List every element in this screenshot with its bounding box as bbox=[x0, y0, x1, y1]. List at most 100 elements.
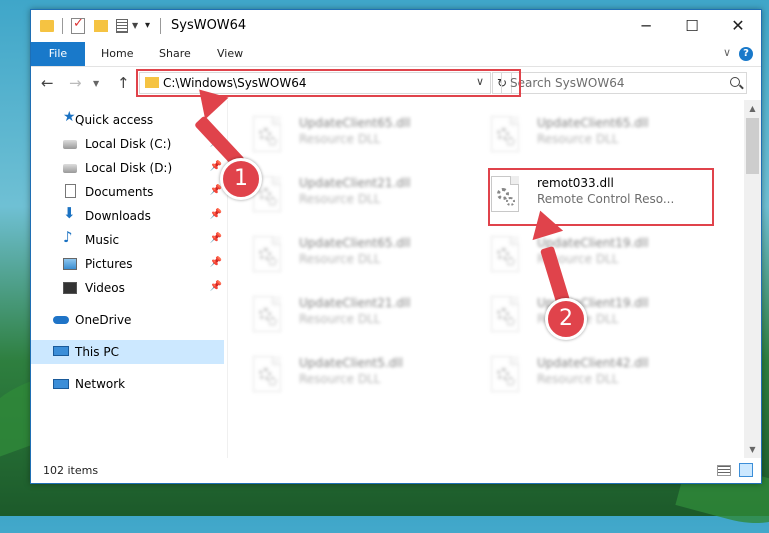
window-title: SysWOW64 bbox=[171, 18, 247, 33]
file-list: UpdateClient65.dll Resource DLL UpdateCl… bbox=[231, 100, 741, 458]
properties-icon[interactable] bbox=[116, 19, 128, 33]
star-icon: ★ bbox=[63, 109, 76, 125]
download-arrow-icon: ⬇ bbox=[63, 204, 76, 222]
help-icon[interactable]: ? bbox=[739, 47, 753, 61]
file-explorer-window: ▼ ▾ SysWOW64 ─ ☐ ✕ File Home Share View … bbox=[30, 9, 762, 484]
file-type: Resource DLL bbox=[299, 252, 381, 266]
scroll-up-arrow-icon[interactable]: ▲ bbox=[744, 100, 761, 117]
file-tile[interactable]: UpdateClient19.dll Resource DLL bbox=[469, 226, 699, 282]
dll-file-icon bbox=[491, 116, 523, 154]
file-tile[interactable]: UpdateClient21.dll Resource DLL bbox=[231, 286, 461, 342]
dll-file-icon bbox=[253, 236, 285, 274]
computer-icon bbox=[53, 346, 69, 356]
music-note-icon: ♪ bbox=[63, 228, 73, 246]
close-button[interactable]: ✕ bbox=[715, 10, 761, 42]
status-bar: 102 items bbox=[31, 459, 761, 483]
pin-icon[interactable]: 📌 bbox=[210, 161, 222, 172]
sidebar-item-downloads[interactable]: ⬇ Downloads 📌 bbox=[31, 204, 224, 228]
file-type: Resource DLL bbox=[299, 372, 381, 386]
file-tile[interactable]: UpdateClient65.dll Resource DLL bbox=[231, 226, 461, 282]
dll-file-icon bbox=[491, 356, 523, 394]
tab-share[interactable]: Share bbox=[159, 42, 191, 66]
ribbon: File Home Share View ∨ ? bbox=[31, 42, 761, 67]
dll-file-icon bbox=[253, 296, 285, 334]
navigation-pane: ★ Quick access Local Disk (C:) 📌 Local D… bbox=[31, 100, 224, 458]
disk-icon bbox=[63, 140, 77, 149]
sidebar-item-onedrive[interactable]: OneDrive bbox=[31, 308, 224, 332]
file-tile[interactable]: UpdateClient21.dll Resource DLL bbox=[231, 166, 461, 222]
dll-file-icon bbox=[253, 116, 285, 154]
sidebar-item-label: Documents bbox=[85, 185, 154, 199]
vertical-scrollbar[interactable]: ▲ ▼ bbox=[744, 100, 761, 458]
large-icons-view-icon[interactable] bbox=[739, 463, 753, 477]
file-type: Resource DLL bbox=[537, 132, 619, 146]
cloud-icon bbox=[53, 316, 69, 324]
up-arrow-icon[interactable]: ↑ bbox=[117, 74, 130, 92]
sidebar-item-this-pc[interactable]: This PC bbox=[31, 340, 224, 364]
file-type: Resource DLL bbox=[299, 132, 381, 146]
scrollbar-thumb[interactable] bbox=[746, 118, 759, 174]
search-box[interactable] bbox=[501, 72, 747, 94]
sidebar-item-local-disk-d[interactable]: Local Disk (D:) 📌 bbox=[31, 156, 224, 180]
details-view-icon[interactable] bbox=[717, 465, 731, 476]
new-folder-icon[interactable] bbox=[94, 20, 108, 32]
back-arrow-icon[interactable]: ← bbox=[41, 74, 54, 92]
file-tile[interactable]: UpdateClient42.dll Resource DLL bbox=[469, 346, 699, 402]
file-type: Resource DLL bbox=[299, 192, 381, 206]
file-tile[interactable]: UpdateClient65.dll Resource DLL bbox=[231, 106, 461, 162]
sidebar-item-label: OneDrive bbox=[75, 313, 132, 327]
sidebar-item-pictures[interactable]: Pictures 📌 bbox=[31, 252, 224, 276]
pin-icon[interactable]: 📌 bbox=[210, 233, 222, 244]
chevron-down-icon[interactable]: ▼ bbox=[132, 21, 138, 39]
sidebar-item-videos[interactable]: Videos 📌 bbox=[31, 276, 224, 300]
properties-check-icon[interactable] bbox=[71, 16, 85, 34]
file-tile[interactable]: UpdateClient65.dll Resource DLL bbox=[469, 106, 699, 162]
sidebar-item-label: Local Disk (C:) bbox=[85, 137, 172, 151]
file-name: UpdateClient21.dll bbox=[299, 296, 411, 310]
file-highlight bbox=[488, 168, 714, 226]
tab-view[interactable]: View bbox=[217, 42, 243, 66]
step-1-badge: 1 bbox=[220, 158, 262, 200]
search-input[interactable] bbox=[508, 75, 712, 91]
forward-arrow-icon[interactable]: → bbox=[69, 74, 82, 92]
scroll-down-arrow-icon[interactable]: ▼ bbox=[744, 441, 761, 458]
network-icon bbox=[53, 379, 69, 389]
file-name: UpdateClient65.dll bbox=[299, 116, 411, 130]
pin-icon[interactable]: 📌 bbox=[210, 281, 222, 292]
title-separator bbox=[160, 18, 161, 34]
file-name: UpdateClient21.dll bbox=[299, 176, 411, 190]
sidebar-item-label: Music bbox=[85, 233, 120, 247]
file-type: Resource DLL bbox=[299, 312, 381, 326]
file-tile[interactable]: UpdateClient5.dll Resource DLL bbox=[231, 346, 461, 402]
file-name: UpdateClient5.dll bbox=[299, 356, 403, 370]
disk-icon bbox=[63, 164, 77, 173]
dll-file-icon bbox=[253, 356, 285, 394]
step-2-badge: 2 bbox=[545, 298, 587, 340]
sidebar-item-local-disk-c[interactable]: Local Disk (C:) 📌 bbox=[31, 132, 224, 156]
file-type: Resource DLL bbox=[537, 372, 619, 386]
dll-file-icon bbox=[491, 296, 523, 334]
pin-icon[interactable]: 📌 bbox=[210, 257, 222, 268]
sidebar-item-documents[interactable]: Documents 📌 bbox=[31, 180, 224, 204]
minimize-button[interactable]: ─ bbox=[623, 10, 669, 42]
sidebar-item-network[interactable]: Network bbox=[31, 372, 224, 396]
tab-file[interactable]: File bbox=[31, 42, 85, 66]
sidebar-item-label: Downloads bbox=[85, 209, 151, 223]
dll-file-icon bbox=[491, 236, 523, 274]
title-bar: ▼ ▾ SysWOW64 ─ ☐ ✕ bbox=[31, 10, 761, 42]
search-icon[interactable] bbox=[730, 77, 740, 87]
sidebar-item-label: Pictures bbox=[85, 257, 133, 271]
folder-icon bbox=[40, 20, 54, 32]
recent-locations-chevron-icon[interactable]: ▼ bbox=[93, 79, 99, 88]
sidebar-item-label: Videos bbox=[85, 281, 125, 295]
expand-ribbon-chevron-icon[interactable]: ∨ bbox=[723, 46, 731, 59]
file-name: UpdateClient65.dll bbox=[537, 116, 649, 130]
pictures-icon bbox=[63, 258, 77, 270]
customize-toolbar-icon[interactable]: ▾ bbox=[145, 20, 150, 38]
pin-icon[interactable]: 📌 bbox=[210, 209, 222, 220]
tab-home[interactable]: Home bbox=[101, 42, 133, 66]
maximize-button[interactable]: ☐ bbox=[669, 10, 715, 42]
sidebar-item-music[interactable]: ♪ Music 📌 bbox=[31, 228, 224, 252]
sidebar-item-quick-access[interactable]: ★ Quick access bbox=[31, 108, 224, 132]
pin-icon[interactable]: 📌 bbox=[210, 185, 222, 196]
